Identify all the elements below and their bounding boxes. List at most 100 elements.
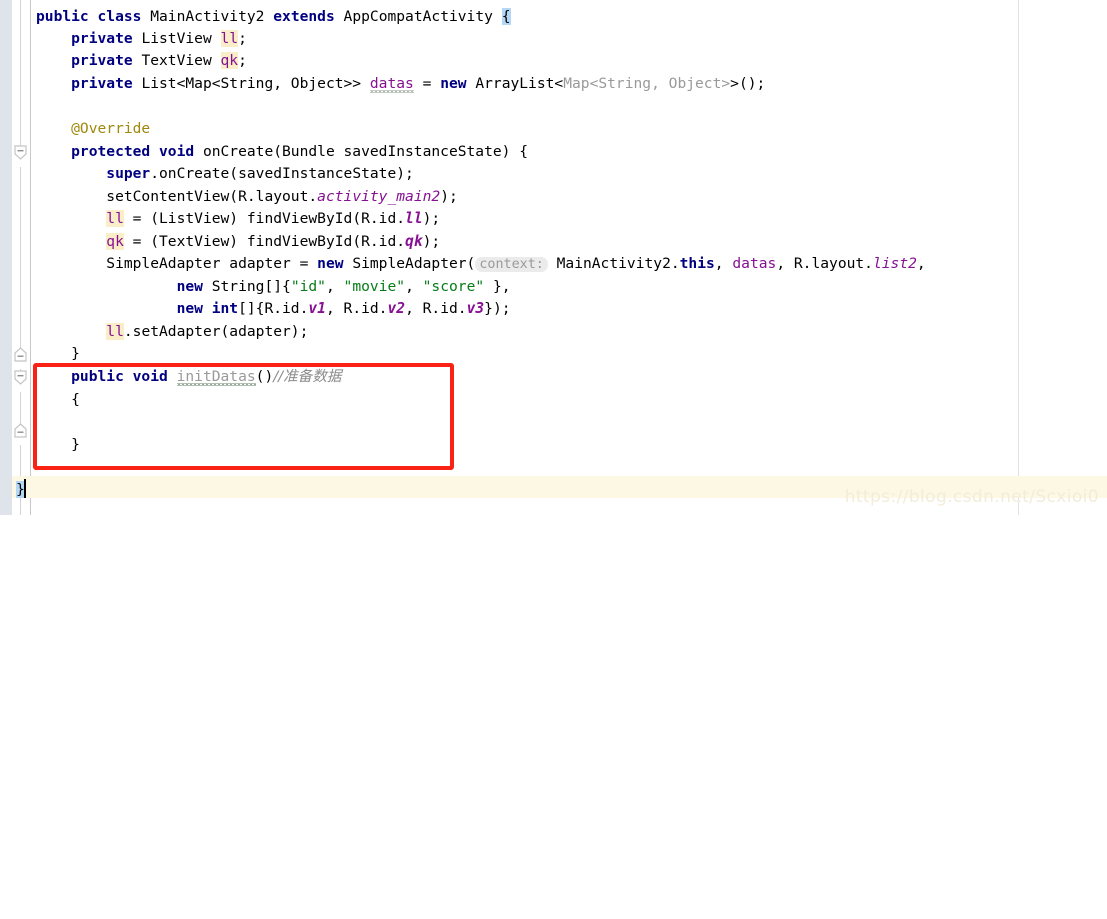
token-type-name: MainActivity2 bbox=[150, 8, 274, 25]
code-line[interactable]: ll = (ListView) findViewById(R.id.ll); bbox=[36, 208, 440, 230]
token-keyword: public void bbox=[36, 368, 177, 385]
code-line[interactable]: new int[]{R.id.v1, R.id.v2, R.id.v3}); bbox=[36, 298, 511, 320]
fold-rail-segment bbox=[20, 167, 21, 354]
token-arg: , R.layout. bbox=[776, 255, 873, 272]
token-keyword: protected void bbox=[36, 143, 203, 160]
code-text-area[interactable]: public class MainActivity2 extends AppCo… bbox=[16, 0, 1107, 515]
token-keyword: new int bbox=[36, 300, 239, 317]
token-matched-brace: { bbox=[501, 8, 511, 25]
code-line[interactable]: private ListView ll; bbox=[36, 28, 247, 50]
token-keyword: private bbox=[36, 75, 142, 92]
token-operator: = bbox=[413, 75, 441, 92]
token-resource-id-v3: v3 bbox=[466, 300, 485, 317]
token-punct: }); bbox=[484, 300, 511, 317]
token-punct: , R.id. bbox=[405, 300, 467, 317]
token-punct: , R.id. bbox=[325, 300, 388, 317]
code-line[interactable]: @Override bbox=[36, 118, 150, 140]
fold-expand-icon[interactable] bbox=[14, 423, 27, 438]
fold-expand-icon[interactable] bbox=[14, 347, 27, 362]
code-line[interactable]: super.onCreate(savedInstanceState); bbox=[36, 163, 414, 185]
token-punct: () bbox=[255, 368, 274, 385]
token-punct: ); bbox=[440, 188, 458, 205]
token-resource-id-qk: qk bbox=[405, 233, 423, 250]
fold-collapse-icon[interactable] bbox=[14, 145, 27, 160]
token-field-datas: datas bbox=[369, 75, 414, 92]
code-line[interactable]: ll.setAdapter(adapter); bbox=[36, 321, 308, 343]
token-punct: , bbox=[916, 255, 926, 272]
token-punct: ; bbox=[238, 30, 247, 47]
token-punct: , bbox=[405, 278, 423, 295]
code-line[interactable]: setContentView(R.layout.activity_main2); bbox=[36, 186, 458, 208]
token-arg: MainActivity2. bbox=[547, 255, 680, 272]
token-field-ll: ll bbox=[106, 210, 124, 227]
token-keyword: extends bbox=[273, 8, 344, 25]
code-line[interactable]: new String[]{"id", "movie", "score" }, bbox=[36, 276, 511, 298]
token-resource-id-ll: ll bbox=[405, 210, 423, 227]
token-punct: ; bbox=[238, 52, 247, 69]
token-punct: []{R.id. bbox=[238, 300, 309, 317]
code-line[interactable]: } bbox=[36, 343, 80, 365]
token-type-name: AppCompatActivity bbox=[343, 8, 502, 25]
token-open-brace: { bbox=[36, 391, 80, 408]
token-call: = (ListView) findViewById(R.id. bbox=[123, 210, 406, 227]
code-line[interactable]: } bbox=[36, 434, 80, 456]
token-declaration: SimpleAdapter adapter = bbox=[36, 255, 318, 272]
token-call: setContentView(R.layout. bbox=[36, 188, 318, 205]
token-close-brace: } bbox=[36, 345, 80, 362]
token-type-name: String[]{ bbox=[211, 278, 291, 295]
token-field-datas: datas bbox=[732, 255, 777, 272]
token-annotation-override: @Override bbox=[36, 120, 151, 137]
token-punct: ); bbox=[422, 233, 441, 250]
code-line[interactable]: qk = (TextView) findViewById(R.id.qk); bbox=[36, 231, 440, 253]
token-punct: ); bbox=[422, 210, 441, 227]
code-line[interactable]: public void initDatas()//准备数据 bbox=[36, 366, 341, 388]
fold-rail-segment bbox=[20, 0, 21, 152]
token-string-movie: "movie" bbox=[343, 278, 406, 295]
token-resource-list2: list2 bbox=[872, 255, 917, 272]
text-caret bbox=[24, 479, 26, 498]
token-inferred-generics: Map<String, Object> bbox=[563, 75, 731, 92]
token-keyword: new bbox=[36, 278, 212, 295]
inlay-hint-context: context: bbox=[475, 257, 548, 272]
code-line[interactable]: protected void onCreate(Bundle savedInst… bbox=[36, 141, 528, 163]
editor-left-annotation-strip bbox=[0, 0, 12, 515]
token-keyword: new bbox=[440, 75, 476, 92]
token-type-name: List<Map<String, Object>> bbox=[141, 75, 370, 92]
code-line[interactable]: SimpleAdapter adapter = new SimpleAdapte… bbox=[36, 253, 926, 275]
token-punct: , bbox=[714, 255, 733, 272]
token-keyword: new bbox=[317, 255, 353, 272]
token-call: = (TextView) findViewById(R.id. bbox=[123, 233, 406, 250]
gutter-separator-line bbox=[30, 0, 31, 515]
token-string-id: "id" bbox=[290, 278, 326, 295]
token-keyword: private bbox=[36, 52, 142, 69]
token-keyword: private bbox=[36, 30, 142, 47]
fold-collapse-icon[interactable] bbox=[14, 370, 27, 385]
watermark-text: https://blog.csdn.net/Scxioi0 bbox=[844, 487, 1099, 507]
token-resource-id-v1: v1 bbox=[308, 300, 326, 317]
code-editor[interactable]: public class MainActivity2 extends AppCo… bbox=[0, 0, 1107, 515]
token-keyword: super bbox=[36, 165, 151, 182]
token-call: .onCreate(savedInstanceState); bbox=[150, 165, 414, 182]
token-call: .setAdapter(adapter); bbox=[123, 323, 309, 340]
token-type-name: ArrayList< bbox=[475, 75, 564, 92]
code-line[interactable]: private List<Map<String, Object>> datas … bbox=[36, 73, 765, 95]
token-field-qk: qk bbox=[106, 233, 124, 250]
token-punct: , bbox=[325, 278, 344, 295]
code-line[interactable]: public class MainActivity2 extends AppCo… bbox=[36, 6, 511, 28]
token-field-ll: ll bbox=[106, 323, 124, 340]
token-comment-prepare-data: //准备数据 bbox=[273, 368, 342, 385]
code-line[interactable]: private TextView qk; bbox=[36, 50, 247, 72]
token-method-initdatas: initDatas bbox=[176, 368, 256, 385]
token-type-name: TextView bbox=[141, 52, 221, 69]
token-keyword: public class bbox=[36, 8, 151, 25]
code-line[interactable]: { bbox=[36, 389, 80, 411]
token-close-brace: } bbox=[36, 436, 80, 453]
token-constructor-call: SimpleAdapter( bbox=[352, 255, 476, 272]
token-method-oncreate: onCreate(Bundle savedInstanceState) { bbox=[202, 143, 529, 160]
token-field-qk: qk bbox=[220, 52, 239, 69]
token-type-name: ListView bbox=[141, 30, 221, 47]
token-keyword-this: this bbox=[679, 255, 715, 272]
